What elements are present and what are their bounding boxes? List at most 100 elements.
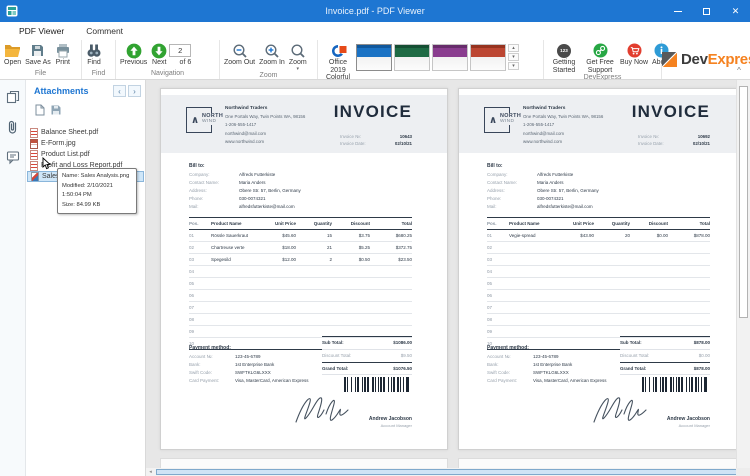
skin-swatch-red[interactable] bbox=[470, 44, 506, 71]
barcode bbox=[344, 377, 412, 392]
page-thumbnails-button[interactable] bbox=[4, 88, 22, 106]
minimize-button[interactable] bbox=[663, 0, 692, 22]
group-label-file: File bbox=[0, 70, 81, 79]
billto-row: Company:Alfreds Futterkiste bbox=[189, 172, 301, 177]
invoice-page-1: ∧ NORTHWIND Northwind TradersOne Portals… bbox=[160, 88, 448, 450]
tooltip-name: Name: Sales Analysis.png bbox=[62, 172, 132, 182]
invoice-header-band: ∧ NORTHWIND Northwind TradersOne Portals… bbox=[459, 95, 736, 153]
attachment-open-icon bbox=[34, 104, 45, 116]
group-label-find: Find bbox=[82, 70, 115, 79]
attachments-button[interactable] bbox=[4, 118, 22, 136]
tab-pdf-viewer[interactable]: PDF Viewer bbox=[10, 23, 73, 40]
invoice-table-row: 05 bbox=[487, 278, 710, 290]
totals-section: Sub Total:$1086.00 Discount Total:$9.50 … bbox=[322, 336, 412, 375]
billto-row: Mail:alfredsfutterkiste@mail.com bbox=[189, 204, 301, 209]
print-button[interactable]: Print bbox=[53, 42, 73, 67]
buy-now-button[interactable]: Buy Now bbox=[618, 42, 650, 67]
vertical-scrollbar-thumb[interactable] bbox=[739, 86, 748, 318]
payment-section: Payment method:Account №:123-45-6789Bank… bbox=[189, 345, 319, 383]
zoom-dropdown-button[interactable]: Zoom ▾ bbox=[287, 42, 309, 72]
save-as-button[interactable]: Save As bbox=[23, 42, 53, 67]
get-free-support-button[interactable]: Get Free Support bbox=[582, 42, 618, 74]
bill-to-section: Bill to:Company:Alfreds FutterkisteConta… bbox=[487, 163, 599, 209]
billto-row: Phone:030-0074321 bbox=[189, 196, 301, 201]
gallery-up-button[interactable]: ▴ bbox=[508, 44, 519, 52]
invoice-meta: Invoice №:10643 Invoice Date:02/10/21 bbox=[340, 131, 412, 146]
ribbon-group-find: Find Find bbox=[82, 40, 116, 79]
zoom-out-button[interactable]: Zoom Out bbox=[222, 42, 257, 67]
previous-button[interactable]: Previous bbox=[118, 42, 149, 67]
invoice-table: Pos.Product NameUnit PriceQuantityDiscou… bbox=[487, 217, 710, 350]
invoice-table-row: 01Rössle Sauerkraut$45.6015$3.75$680.25 bbox=[189, 230, 412, 242]
support-link-icon bbox=[593, 42, 608, 59]
invoice-table-row: 03Spegesild$12.002$0.50$23.50 bbox=[189, 254, 412, 266]
invoice-table-row: 02 bbox=[487, 242, 710, 254]
invoice-meta: Invoice №:10692 Invoice Date:02/10/21 bbox=[638, 131, 710, 146]
signer-name: Andrew Jacobson bbox=[667, 416, 710, 422]
invoice-table-row: 01Vegie-spread$43.9020$0.00$878.00 bbox=[487, 230, 710, 242]
window-title: Invoice.pdf - PDF Viewer bbox=[0, 6, 750, 16]
print-label: Print bbox=[56, 59, 70, 67]
find-button[interactable]: Find bbox=[84, 42, 104, 67]
open-folder-icon bbox=[4, 42, 21, 59]
horizontal-scrollbar[interactable]: ◂ ▸ bbox=[146, 468, 750, 476]
gallery-expand-button[interactable]: ▾ bbox=[508, 62, 519, 70]
company-info: Northwind TradersOne Portals Way, Twin P… bbox=[523, 104, 603, 147]
payment-section: Payment method:Account №:123-45-6789Bank… bbox=[487, 345, 617, 383]
invoice-title: INVOICE bbox=[632, 102, 710, 122]
gallery-down-button[interactable]: ▾ bbox=[508, 53, 519, 61]
invoice-table-header: Pos.Product NameUnit PriceQuantityDiscou… bbox=[487, 217, 710, 230]
invoice-header-band: ∧ NORTHWIND Northwind TradersOne Portals… bbox=[161, 95, 447, 153]
save-as-label: Save As bbox=[25, 59, 51, 67]
attachment-item[interactable]: Balance Sheet.pdf bbox=[27, 127, 144, 138]
invoice-table-row: 03 bbox=[487, 254, 710, 266]
maximize-button[interactable] bbox=[692, 0, 721, 22]
skin-swatch-green[interactable] bbox=[394, 44, 430, 71]
getting-started-button[interactable]: 123 Getting Started bbox=[546, 42, 582, 74]
skin-swatch-purple[interactable] bbox=[432, 44, 468, 71]
page-number-input[interactable] bbox=[169, 44, 191, 57]
signer-role: Account Manager bbox=[381, 423, 412, 428]
bill-to-section: Bill to:Company:Alfreds FutterkisteConta… bbox=[189, 163, 301, 209]
comments-button[interactable] bbox=[4, 148, 22, 166]
skin-swatch-blue[interactable] bbox=[356, 44, 392, 71]
attachment-item[interactable]: E-Form.jpg bbox=[27, 138, 144, 149]
open-button[interactable]: Open bbox=[2, 42, 23, 67]
attachments-panel-title: Attachments bbox=[34, 86, 111, 96]
zoom-out-icon bbox=[232, 42, 248, 59]
save-icon bbox=[30, 42, 45, 59]
zoom-in-label: Zoom In bbox=[259, 59, 285, 67]
next-button[interactable]: Next bbox=[149, 42, 169, 67]
ribbon-group-file: Open Save As Print File bbox=[0, 40, 82, 79]
invoice-table-row: 08 bbox=[487, 314, 710, 326]
close-button[interactable]: ✕ bbox=[721, 0, 750, 22]
skin-office-2019-colorful-button[interactable]: Office 2019 Colorful bbox=[320, 42, 356, 82]
payment-row: Bank:1st Enterprise Bank bbox=[189, 362, 319, 367]
cart-icon bbox=[627, 42, 642, 59]
signature-scribble bbox=[588, 392, 658, 428]
attachments-panel: Attachments ‹ › Balance Sheet.pdfE-Form.… bbox=[26, 80, 146, 476]
billto-row: Address:Obere Str. 57, Berlin, Germany bbox=[487, 188, 599, 193]
image-file-icon bbox=[31, 172, 39, 182]
panel-collapse-button[interactable]: ‹ bbox=[113, 85, 126, 97]
pdf-viewer-window: Invoice.pdf - PDF Viewer ✕ PDF Viewer Co… bbox=[0, 0, 750, 476]
devexpress-logo-mark bbox=[662, 52, 677, 67]
signature-block: Andrew Jacobson Account Manager bbox=[290, 392, 412, 442]
invoice-table-row: 06 bbox=[487, 290, 710, 302]
tab-comment[interactable]: Comment bbox=[77, 23, 132, 40]
zoom-out-label: Zoom Out bbox=[224, 59, 255, 67]
buy-now-label: Buy Now bbox=[620, 59, 648, 67]
horizontal-scrollbar-thumb[interactable] bbox=[156, 469, 740, 475]
scroll-left-button[interactable]: ◂ bbox=[146, 468, 155, 476]
viewer[interactable]: ∧ NORTHWIND Northwind TradersOne Portals… bbox=[146, 80, 736, 468]
zoom-in-button[interactable]: Zoom In bbox=[257, 42, 287, 67]
vertical-scrollbar[interactable] bbox=[736, 80, 750, 468]
open-attachment-button[interactable] bbox=[34, 103, 45, 121]
binoculars-icon bbox=[86, 42, 102, 59]
save-attachment-button[interactable] bbox=[50, 103, 62, 121]
invoice-table-row: 04 bbox=[189, 266, 412, 278]
panel-expand-button[interactable]: › bbox=[128, 85, 141, 97]
payment-row: Card Payment:Visa, MasterCard, American … bbox=[487, 378, 617, 383]
ribbon-group-devexpress: 123 Getting Started Get Free Support Buy… bbox=[544, 40, 662, 79]
ribbon-collapse-button[interactable]: ^ bbox=[733, 64, 745, 76]
